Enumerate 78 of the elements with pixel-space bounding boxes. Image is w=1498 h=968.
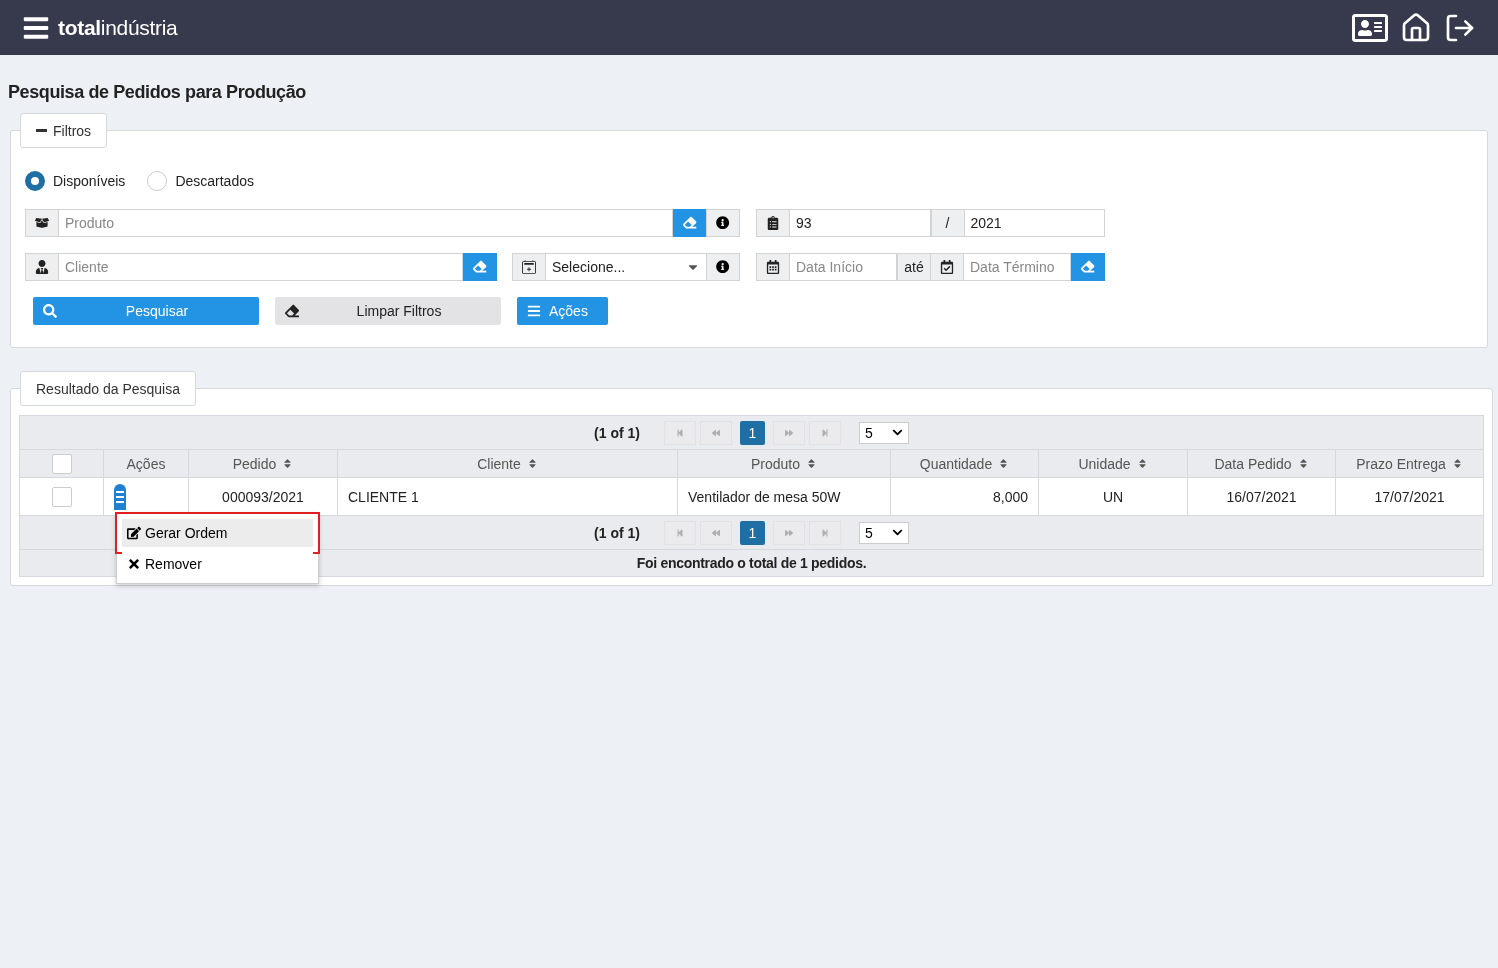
column-header[interactable]: Cliente — [337, 450, 677, 477]
start-date-field[interactable]: Data Início — [789, 253, 897, 281]
page-summary: (1 of 1) — [594, 424, 640, 441]
collapse-icon — [36, 129, 47, 132]
sort-icon — [1451, 458, 1463, 469]
next-page-icon — [784, 428, 793, 437]
sort-icon — [282, 458, 294, 469]
end-date-field[interactable]: Data Término — [963, 253, 1071, 281]
product-field[interactable]: Produto — [58, 209, 673, 237]
sort-icon — [526, 458, 538, 469]
filters-toggle[interactable]: Filtros — [20, 113, 108, 148]
home-icon[interactable] — [1400, 11, 1432, 44]
clipboard-icon — [756, 209, 790, 237]
calendar-check-icon — [930, 253, 964, 281]
info-icon — [716, 260, 730, 274]
order-year-field[interactable]: 2021 — [963, 209, 1105, 237]
clear-filters-button[interactable]: Limpar Filtros — [275, 297, 501, 325]
table-cell: UN — [1038, 478, 1187, 515]
sort-icon — [1136, 458, 1148, 469]
column-header[interactable]: Unidade — [1038, 450, 1187, 477]
column-header[interactable]: Produto — [677, 450, 890, 477]
previous-page-icon — [711, 428, 720, 437]
previous-page-icon — [711, 528, 720, 537]
column-header[interactable]: Data Pedido — [1187, 450, 1335, 477]
box-icon — [25, 209, 59, 237]
menu-item[interactable]: Gerar Ordem — [122, 519, 313, 547]
rows-per-page-select[interactable]: 5 — [858, 521, 909, 544]
radio-label: Disponíveis — [53, 173, 126, 189]
separator-label: / — [930, 209, 965, 237]
search-icon — [43, 304, 57, 318]
select-all-checkbox[interactable] — [51, 453, 72, 474]
chevron-down-icon — [891, 427, 903, 438]
first-page-icon — [675, 528, 684, 537]
table-cell: 16/07/2021 — [1187, 478, 1335, 515]
type-select[interactable]: Selecione... — [545, 253, 707, 281]
client-field[interactable]: Cliente — [58, 253, 463, 281]
sort-icon — [1297, 458, 1309, 469]
last-page-icon — [820, 428, 829, 437]
last-page-icon — [820, 528, 829, 537]
page-summary: (1 of 1) — [594, 524, 640, 541]
rows-per-page-select[interactable]: 5 — [858, 421, 909, 444]
eraser-icon — [285, 304, 299, 318]
status-radio[interactable]: Disponíveis — [25, 171, 126, 191]
first-page-icon — [675, 428, 684, 437]
results-legend: Resultado da Pesquisa — [20, 371, 196, 406]
info-icon — [716, 216, 730, 230]
chevron-down-icon — [891, 527, 903, 538]
row-checkbox[interactable] — [51, 486, 72, 507]
table-cell: Ventilador de mesa 50W — [677, 478, 890, 515]
table-cell: 17/07/2021 — [1335, 478, 1483, 515]
logo: totalindústria — [58, 15, 178, 40]
close-icon — [127, 557, 141, 571]
edit-icon — [127, 526, 141, 540]
calendar-icon — [756, 253, 790, 281]
calendar-edit-icon — [512, 253, 546, 281]
radio-circle[interactable] — [25, 171, 45, 191]
table-cell: CLIENTE 1 — [337, 478, 677, 515]
status-radio[interactable]: Descartados — [147, 171, 254, 191]
column-header[interactable]: Quantidade — [890, 450, 1038, 477]
column-header[interactable]: Pedido — [188, 450, 337, 477]
menu-icon — [527, 304, 541, 318]
user-icon — [25, 253, 59, 281]
range-label: até — [897, 253, 931, 281]
sort-icon — [806, 458, 817, 469]
page-button[interactable]: 1 — [739, 520, 765, 545]
column-header: Ações — [103, 450, 188, 477]
page-title: Pesquisa de Pedidos para Produção — [8, 82, 307, 103]
page-button[interactable]: 1 — [739, 420, 765, 445]
table-cell: 8,000 — [890, 478, 1038, 515]
eraser-icon — [473, 260, 487, 274]
eraser-icon — [683, 216, 697, 230]
radio-label: Descartados — [175, 173, 254, 189]
sort-icon — [998, 458, 1010, 469]
column-header[interactable]: Prazo Entrega — [1335, 450, 1483, 477]
next-page-icon — [784, 528, 793, 537]
eraser-icon — [1081, 260, 1095, 274]
order-number-field[interactable]: 93 — [789, 209, 931, 237]
row-menu-button[interactable] — [114, 483, 126, 510]
